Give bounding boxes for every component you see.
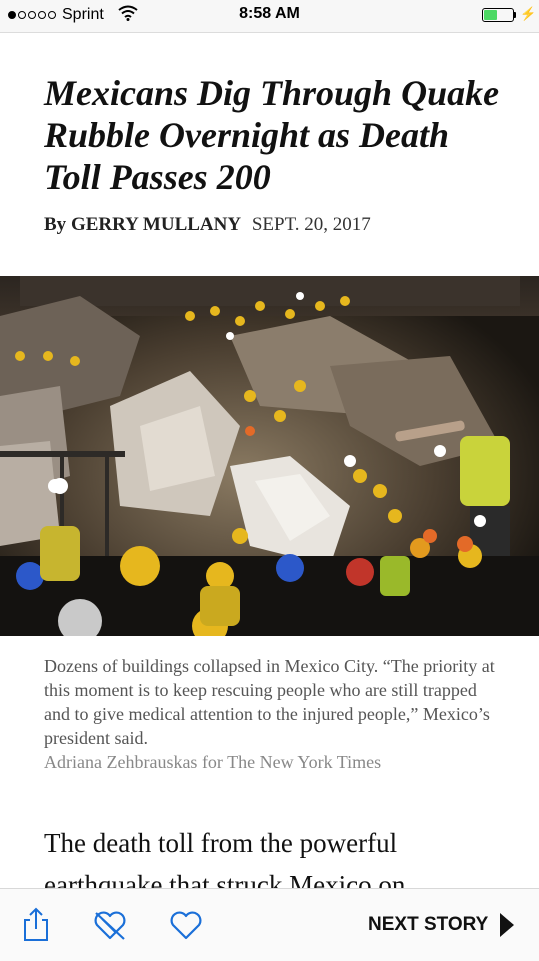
battery-level <box>484 10 497 20</box>
author-name[interactable]: GERRY MULLANY <box>71 214 241 235</box>
share-button[interactable] <box>18 907 54 943</box>
status-divider <box>0 32 539 33</box>
battery-icon <box>482 8 514 22</box>
charging-bolt-icon: ⚡ <box>520 6 537 21</box>
caption-text: Dozens of buildings collapsed in Mexico … <box>44 656 495 748</box>
share-icon <box>24 907 48 941</box>
byline-prefix: By <box>44 214 67 235</box>
unsave-button[interactable] <box>92 907 128 943</box>
bottom-toolbar: NEXT STORY <box>0 888 539 961</box>
rescue-scene-illustration <box>0 276 539 636</box>
publish-date: SEPT. 20, 2017 <box>251 214 371 235</box>
battery-tip <box>514 12 516 18</box>
byline: By GERRY MULLANY SEPT. 20, 2017 <box>44 214 371 236</box>
status-bar: Sprint 8:58 AM ⚡ <box>0 0 539 32</box>
clock: 8:58 AM <box>239 5 300 22</box>
article-headline: Mexicans Dig Through Quake Rubble Overni… <box>44 73 500 197</box>
article-photo[interactable] <box>0 276 539 636</box>
next-story-button[interactable]: NEXT STORY <box>368 909 515 941</box>
photo-caption: Dozens of buildings collapsed in Mexico … <box>44 654 504 774</box>
heart-icon <box>170 911 202 940</box>
play-arrow-icon <box>500 913 515 937</box>
save-button[interactable] <box>168 907 204 943</box>
heart-crossed-icon <box>94 911 126 940</box>
next-story-label: NEXT STORY <box>368 914 489 935</box>
photo-credit: Adriana Zehbrauskas for The New York Tim… <box>44 752 382 772</box>
